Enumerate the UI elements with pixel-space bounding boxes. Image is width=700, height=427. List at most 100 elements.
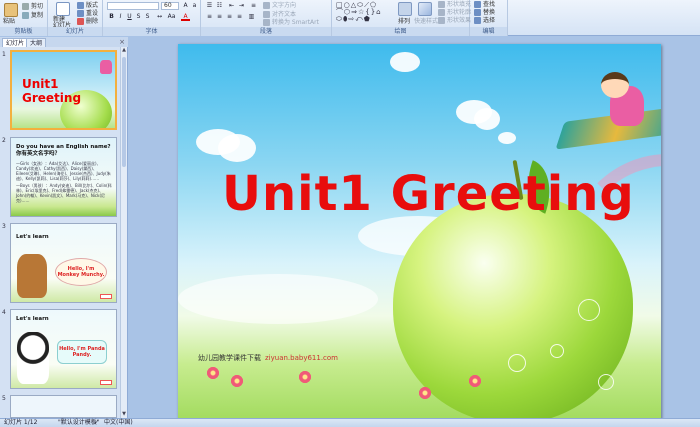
smartart-label: 转换为 SmartArt — [272, 19, 319, 26]
thumbnail-title: Unit1 Greeting — [22, 77, 82, 105]
shape-fill-button[interactable]: 形状填充 — [438, 1, 471, 9]
arrange-icon — [398, 2, 412, 16]
reset-button[interactable]: 重设 — [77, 10, 98, 18]
align-right-button[interactable]: ≡ — [225, 13, 234, 21]
font-group-label: 字体 — [103, 27, 200, 36]
italic-button[interactable]: I — [116, 13, 125, 21]
copy-label: 复制 — [31, 12, 44, 19]
thumbnail-heading: Let's learn — [16, 316, 49, 322]
grow-font-button[interactable]: A — [181, 2, 190, 10]
status-bar: 幻灯片 1/12 "默认设计模板" ✓ 中文(中国) — [0, 418, 700, 427]
thumbnail-scrollbar[interactable]: ▲ ▼ — [120, 47, 127, 418]
flower-image — [418, 386, 432, 400]
quick-styles-button[interactable]: 快速样式 — [414, 18, 438, 26]
align-text-button[interactable]: 对齐文本 — [263, 11, 296, 19]
shape-fill-label: 形状填充 — [447, 1, 472, 8]
slide-thumbnail-3[interactable]: Let's learn Hello, I'm Monkey Munchy. — [10, 223, 117, 303]
scissors-icon — [22, 3, 29, 10]
thumbnail-number: 1 — [2, 51, 6, 58]
tab-outline[interactable]: 大纲 — [26, 38, 47, 47]
reset-label: 重设 — [86, 10, 99, 17]
shrink-font-button[interactable]: a — [190, 2, 199, 10]
scroll-thumb[interactable] — [122, 57, 126, 167]
thumbnail-subheading: 你有英文名字吗？ — [16, 151, 61, 157]
scroll-up-icon[interactable]: ▲ — [121, 47, 127, 54]
underline-button[interactable]: U — [125, 13, 134, 21]
tab-slides[interactable]: 幻灯片 — [2, 38, 29, 47]
slide-thumbnail-2[interactable]: Do you have an English name? 你有英文名字吗？ —G… — [10, 137, 117, 217]
pane-tabs: 幻灯片 大纲 × — [0, 37, 128, 47]
speech-bubble: Hello, I'm Monkey Munchy. — [55, 258, 107, 286]
thumbnail-heading: Let's learn — [16, 234, 49, 240]
slide-thumbnail-4[interactable]: Let's learn Hello, I'm Panda Pandy. — [10, 309, 117, 389]
cut-button[interactable]: 剪切 — [22, 3, 43, 11]
binoculars-icon — [474, 1, 481, 8]
reset-icon — [77, 10, 84, 17]
drawing-group-label: 绘图 — [332, 27, 469, 36]
find-label: 查找 — [483, 1, 496, 8]
numbering-button[interactable]: ☷ — [215, 2, 224, 10]
shape-effects-label: 形状效果 — [447, 17, 472, 24]
bullets-button[interactable]: ☰ — [205, 2, 214, 10]
cloud-image — [498, 132, 516, 144]
layout-button[interactable]: 版式 — [77, 2, 98, 10]
delete-label: 删除 — [86, 18, 99, 25]
delete-button[interactable]: 删除 — [77, 18, 98, 26]
replace-button[interactable]: 替换 — [474, 9, 495, 17]
thumbnail-number: 4 — [2, 309, 6, 316]
flower-image — [230, 374, 244, 388]
smartart-button[interactable]: 转换为 SmartArt — [263, 19, 319, 27]
strikethrough-button[interactable]: S — [134, 13, 143, 21]
font-size-box[interactable]: 60 — [161, 2, 179, 10]
align-center-button[interactable]: ≡ — [215, 13, 224, 21]
font-color-button[interactable]: A — [181, 13, 190, 21]
shadow-button[interactable]: S — [143, 13, 152, 21]
replace-icon — [474, 9, 481, 16]
arrange-button[interactable]: 排列 — [398, 18, 410, 26]
cut-label: 剪切 — [31, 3, 44, 10]
find-button[interactable]: 查找 — [474, 1, 495, 9]
shape-outline-button[interactable]: 形状轮廓 — [438, 9, 471, 17]
char-spacing-button[interactable]: ↔ — [155, 13, 164, 21]
increase-indent-button[interactable]: ⇥ — [237, 2, 246, 10]
copy-button[interactable]: 复制 — [22, 12, 43, 20]
align-left-button[interactable]: ≡ — [205, 13, 214, 21]
shape-effects-button[interactable]: 形状效果 — [438, 17, 471, 25]
select-button[interactable]: 选择 — [474, 17, 495, 25]
close-icon[interactable]: × — [119, 38, 125, 46]
align-text-icon — [263, 11, 270, 18]
change-case-button[interactable]: Aa — [167, 13, 176, 21]
justify-button[interactable]: ≡ — [235, 13, 244, 21]
thumbnail-number: 2 — [2, 137, 6, 144]
shapes-gallery[interactable]: □○△⬭⟋⬠ ⌒⬡⇒☆{}⌂ ⬭⬮⇨⤺⬟ — [336, 2, 392, 23]
dandelion-image — [508, 354, 526, 372]
line-spacing-button[interactable]: ≡ — [249, 2, 258, 10]
thumbnail-boys-line: —Boys（男孩）：Andy(安迪)、Bill(比尔)、Colin(科林)、Er… — [16, 183, 112, 203]
spell-check-icon[interactable]: ✓ — [94, 419, 99, 427]
replace-label: 替换 — [483, 9, 496, 16]
scroll-down-icon[interactable]: ▼ — [121, 411, 127, 418]
drawing-group: □○△⬭⟋⬠ ⌒⬡⇒☆{}⌂ ⬭⬮⇨⤺⬟ 排列 快速样式 形状填充 形状轮廓 形状效… — [332, 0, 471, 36]
cloud-image — [218, 134, 256, 162]
decrease-indent-button[interactable]: ⇤ — [227, 2, 236, 10]
text-direction-button[interactable]: 文字方向 — [263, 2, 296, 10]
bold-button[interactable]: B — [107, 13, 116, 21]
slide-title[interactable]: Unit1 Greeting — [222, 166, 635, 222]
paste-button[interactable]: 粘贴 — [3, 18, 15, 26]
slides-group-label: 幻灯片 — [48, 27, 102, 36]
effects-icon — [438, 17, 445, 24]
flying-carpet-image — [555, 106, 661, 150]
ribbon: 粘贴 剪切 复制 剪贴板 新建 幻灯片 版式 重设 删除 幻灯片 60 A a … — [0, 0, 700, 36]
slide-thumbnail-1[interactable]: Unit1 Greeting — [10, 50, 117, 130]
dandelion-image — [550, 344, 564, 358]
current-slide[interactable]: Unit1 Greeting 幼儿园教学课件下载 ziyuan.baby611.c… — [178, 44, 661, 427]
slide-thumbnail-5[interactable] — [10, 395, 117, 418]
panda-character-image — [17, 332, 49, 384]
text-direction-icon — [263, 2, 270, 9]
columns-button[interactable]: ▥ — [247, 13, 256, 21]
girl-head-image — [601, 72, 629, 98]
font-name-box[interactable] — [107, 2, 159, 10]
slides-group: 新建 幻灯片 版式 重设 删除 幻灯片 — [48, 0, 103, 36]
quick-styles-icon — [418, 2, 432, 16]
clipboard-group: 粘贴 剪切 复制 剪贴板 — [0, 0, 48, 36]
